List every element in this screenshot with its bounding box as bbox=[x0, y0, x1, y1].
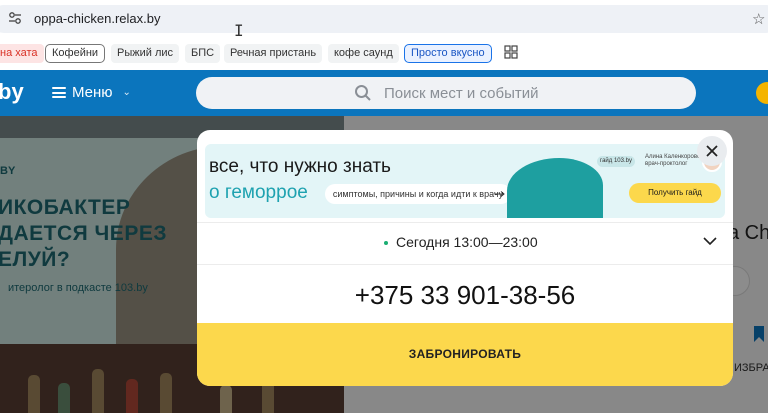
close-button[interactable] bbox=[697, 136, 727, 166]
menu-button[interactable]: Меню ⌄ bbox=[52, 84, 131, 101]
ad-badge: гайд 103.by bbox=[597, 156, 635, 167]
phone-number[interactable]: +375 33 901-38-56 bbox=[197, 280, 733, 311]
divider bbox=[197, 222, 733, 223]
arrow-right-icon bbox=[495, 191, 505, 197]
ad-subtitle: симптомы, причины и когда идти к врачу bbox=[325, 184, 511, 204]
close-icon bbox=[706, 145, 718, 157]
bookmarks-bar: на хата Кофейни Рыжий лис БПС Речная при… bbox=[0, 38, 768, 68]
bookmark-prosto-vkusno[interactable]: Просто вкусно bbox=[404, 44, 492, 63]
bookmark-bps[interactable]: БПС bbox=[185, 44, 221, 63]
weather-icon[interactable] bbox=[756, 82, 768, 104]
menu-label: Меню bbox=[72, 84, 113, 101]
bookmark-rechnaya-pristan[interactable]: Речная пристань bbox=[224, 44, 323, 63]
contact-modal: все, что нужно знать о геморрое симптомы… bbox=[197, 130, 733, 386]
bookmark-ryzhiy-lis[interactable]: Рыжий лис bbox=[111, 44, 180, 63]
chevron-down-icon[interactable] bbox=[703, 237, 717, 245]
bookmark-kofeini[interactable]: Кофейни bbox=[45, 44, 106, 63]
tune-icon[interactable] bbox=[8, 11, 22, 25]
url-text[interactable]: oppa-chicken.relax.by bbox=[34, 11, 160, 26]
book-button[interactable]: ЗАБРОНИРОВАТЬ bbox=[197, 323, 733, 386]
opening-hours[interactable]: Сегодня 13:00—23:00 bbox=[384, 234, 538, 250]
star-outline-icon[interactable]: ☆ bbox=[752, 10, 765, 28]
ad-title-line1: все, что нужно знать bbox=[209, 156, 391, 177]
grid-icon[interactable] bbox=[504, 45, 518, 59]
chevron-down-icon: ⌄ bbox=[122, 87, 131, 98]
ad-title-line2: о геморрое bbox=[209, 182, 308, 203]
search-icon bbox=[355, 85, 371, 101]
search-placeholder: Поиск мест и событий bbox=[384, 85, 539, 102]
get-guide-button[interactable]: Получить гайд bbox=[629, 183, 721, 203]
cactus-illustration bbox=[507, 158, 603, 218]
hamburger-icon bbox=[52, 87, 66, 98]
bookmark-kofe-saund[interactable]: кофе саунд bbox=[328, 44, 399, 63]
address-bar: oppa-chicken.relax.by I ☆ bbox=[0, 0, 768, 40]
divider bbox=[197, 264, 733, 265]
site-header: by Меню ⌄ Поиск мест и событий bbox=[0, 70, 768, 116]
search-input[interactable]: Поиск мест и событий bbox=[196, 77, 696, 109]
open-status-dot bbox=[384, 241, 388, 246]
hours-text: Сегодня 13:00—23:00 bbox=[396, 234, 538, 250]
bookmark-na-hata[interactable]: на хата bbox=[0, 44, 44, 63]
site-logo[interactable]: by bbox=[0, 79, 24, 105]
ad-banner[interactable]: все, что нужно знать о геморрое симптомы… bbox=[205, 144, 725, 218]
